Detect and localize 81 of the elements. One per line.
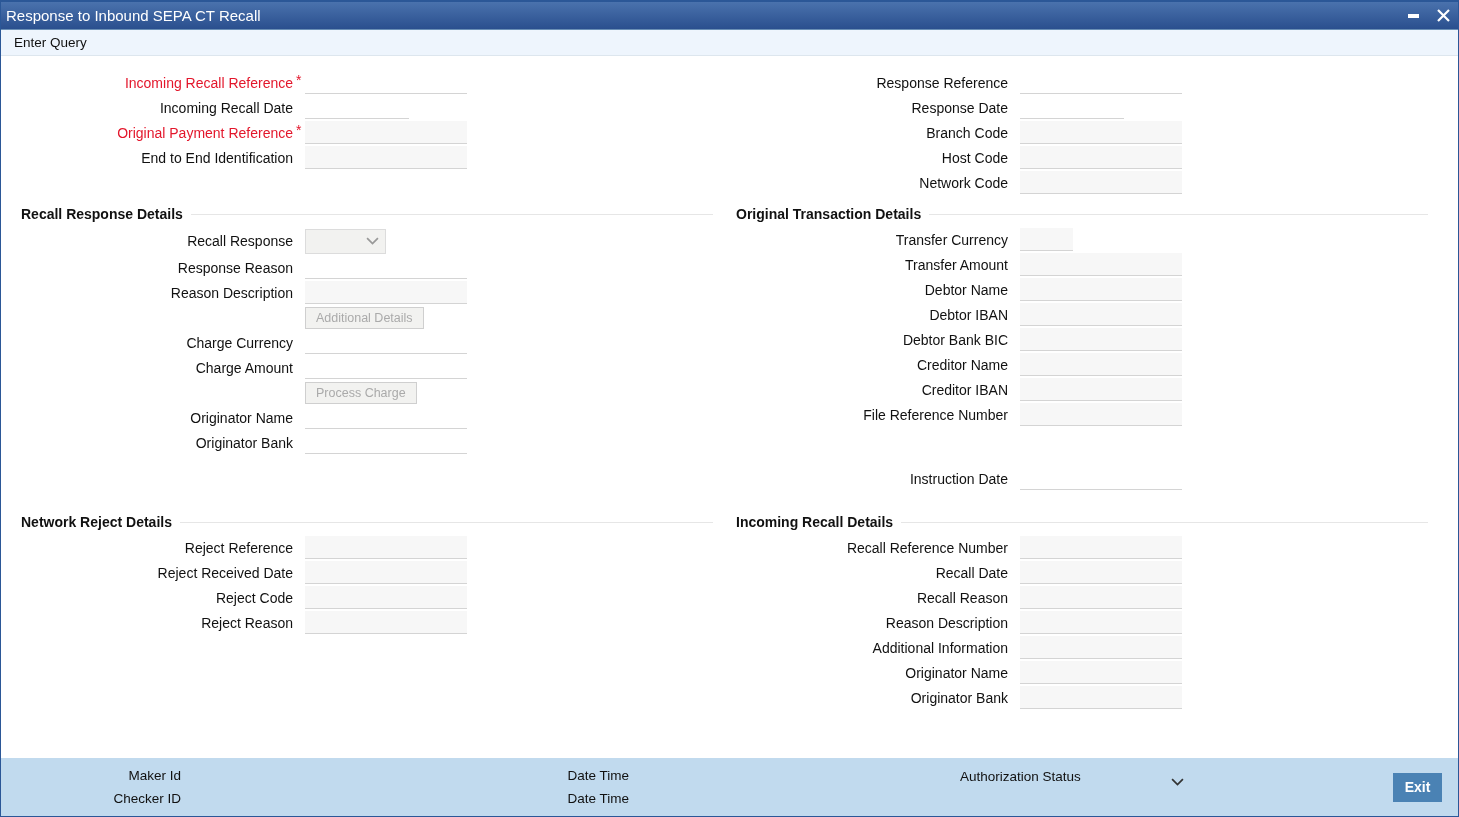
input-field[interactable] — [1020, 228, 1073, 251]
field-label: Reject Received Date — [156, 564, 293, 581]
minimize-icon — [1407, 13, 1419, 18]
input-field[interactable] — [1020, 403, 1182, 426]
input-field[interactable] — [1020, 171, 1182, 194]
close-button[interactable] — [1436, 8, 1450, 23]
close-icon — [1436, 9, 1450, 22]
field-label: Charge Amount — [194, 359, 293, 376]
section-title: Incoming Recall Details — [736, 514, 894, 530]
input-field[interactable] — [1020, 686, 1182, 709]
input-field[interactable] — [1020, 253, 1182, 276]
field-label: Response Reason — [176, 259, 293, 276]
input-field[interactable] — [305, 586, 467, 609]
input-field[interactable] — [1020, 586, 1182, 609]
field-label: Debtor Name — [923, 281, 1008, 298]
field-label: Reject Reason — [200, 614, 293, 631]
field-label: Recall Response — [186, 233, 293, 249]
exit-button[interactable]: Exit — [1393, 772, 1442, 802]
field-label: Network Code — [918, 174, 1008, 191]
field-label: Recall Reason — [915, 589, 1008, 606]
field-label: Creditor Name — [915, 356, 1008, 373]
field-label: Additional Information — [871, 639, 1008, 656]
field-label: Instruction Date — [908, 470, 1008, 487]
input-field[interactable] — [1020, 121, 1182, 144]
window-title: Response to Inbound SEPA CT Recall — [6, 7, 262, 24]
section-title: Original Transaction Details — [736, 206, 922, 222]
field-label: Debtor Bank BIC — [901, 331, 1008, 348]
field-label: File Reference Number — [862, 406, 1008, 423]
field-label: Recall Reference Number — [845, 539, 1008, 556]
audit-label: Date Time — [567, 791, 629, 806]
field-label: Transfer Amount — [904, 256, 1008, 273]
field-label: Incoming Recall Reference — [123, 74, 293, 91]
input-field[interactable] — [1020, 278, 1182, 301]
field-label: Transfer Currency — [894, 231, 1008, 248]
input-field[interactable] — [305, 121, 467, 144]
input-field[interactable] — [1020, 561, 1182, 584]
input-field[interactable] — [1020, 661, 1182, 684]
section-title: Network Reject Details — [21, 514, 172, 530]
chevron-down-icon — [366, 237, 379, 245]
input-field[interactable] — [1020, 636, 1182, 659]
field-label: Recall Date — [934, 564, 1008, 581]
menu-item[interactable]: Enter Query — [14, 35, 87, 50]
field-label: Debtor IBAN — [928, 306, 1008, 323]
field-label: Charge Currency — [185, 334, 293, 351]
chevron-down-icon — [1171, 778, 1184, 786]
audit-label: Checker ID — [113, 791, 181, 806]
input-field[interactable] — [1020, 378, 1182, 401]
audit-label: Date Time — [567, 768, 629, 783]
field-label: Originator Bank — [194, 434, 293, 451]
field-label: Reject Code — [214, 589, 293, 606]
field-label: Incoming Recall Date — [158, 99, 293, 116]
section-title: Recall Response Details — [21, 206, 183, 222]
field-label: Reason Description — [884, 614, 1008, 631]
field-label: Creditor IBAN — [920, 381, 1008, 398]
required-mark: * — [295, 72, 303, 88]
field-label: Originator Name — [189, 409, 293, 426]
field-label: Originator Name — [904, 664, 1008, 681]
field-label: Host Code — [940, 149, 1008, 166]
input-field[interactable] — [1020, 328, 1182, 351]
field-label: End to End Identification — [140, 149, 293, 166]
input-field[interactable] — [305, 536, 467, 559]
field-label: Originator Bank — [909, 689, 1008, 706]
audit-label: Maker Id — [128, 768, 181, 783]
dropdown[interactable] — [305, 228, 386, 254]
input-field[interactable] — [1020, 303, 1182, 326]
input-field[interactable] — [1020, 353, 1182, 376]
field-label: Original Payment Reference — [116, 124, 293, 141]
required-mark: * — [295, 122, 303, 138]
input-field[interactable] — [305, 146, 467, 169]
field-label: Response Date — [910, 99, 1008, 116]
input-field[interactable] — [305, 611, 467, 634]
field-label: Reason Description — [169, 284, 293, 301]
field-label: Response Reference — [875, 74, 1008, 91]
input-field[interactable] — [1020, 146, 1182, 169]
input-field[interactable] — [305, 561, 467, 584]
input-field[interactable] — [1020, 536, 1182, 559]
status-label: Authorization Status — [960, 769, 1081, 784]
input-field[interactable] — [1020, 611, 1182, 634]
field-label: Reject Reference — [183, 539, 293, 556]
input-field[interactable] — [305, 281, 467, 304]
field-label: Branch Code — [925, 124, 1008, 141]
